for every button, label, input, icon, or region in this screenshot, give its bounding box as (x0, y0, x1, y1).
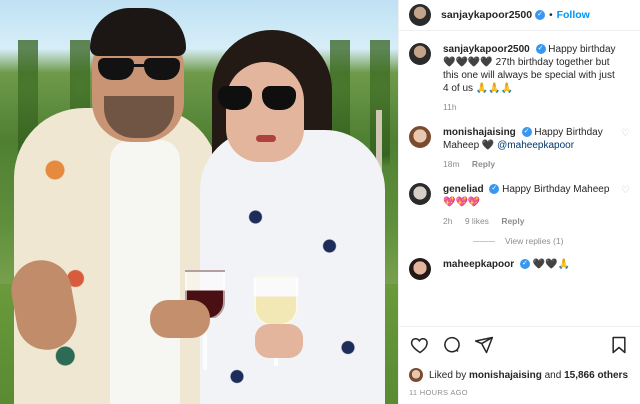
verified-badge-icon: ✓ (519, 259, 530, 270)
caption-username[interactable]: sanjaykapoor2500 (443, 44, 530, 55)
comment-like-heart-icon[interactable]: ♡ (621, 185, 630, 196)
post-timestamp[interactable]: 11 HOURS AGO (399, 386, 640, 404)
post-header: sanjaykapoor2500 ✓ • Follow (399, 0, 640, 31)
comment-time[interactable]: 18m (443, 159, 460, 169)
instagram-post: sanjaykapoor2500 ✓ • Follow sanjaykapoor… (0, 0, 640, 404)
woman-hand (255, 324, 303, 358)
verified-badge-icon: ✓ (535, 44, 546, 55)
comment: maheepkapoor ✓ 🖤🖤🙏 (409, 258, 630, 280)
liked-by-count[interactable]: 15,866 others (564, 370, 628, 381)
woman-sunglasses (218, 86, 296, 112)
bookmark-icon[interactable] (608, 335, 630, 357)
author-avatar[interactable] (409, 4, 431, 26)
comment: monishajaising ✓ Happy Birthday Maheep 🖤… (409, 126, 630, 171)
heart-icon[interactable] (409, 335, 431, 357)
comment-username[interactable]: geneliad (443, 184, 484, 195)
verified-badge-icon: ✓ (535, 10, 546, 20)
view-replies[interactable]: View replies (1) (473, 236, 630, 246)
post-photo[interactable] (0, 0, 398, 404)
author-username[interactable]: sanjaykapoor2500 (441, 9, 532, 21)
man-white-tshirt (110, 140, 180, 404)
woman-printed-dress (200, 130, 385, 404)
liked-by-user[interactable]: monishajaising (469, 370, 542, 381)
comment-icon[interactable] (441, 335, 463, 357)
view-replies-label[interactable]: View replies (1) (505, 236, 563, 246)
white-wine-glass (254, 276, 298, 326)
comment-avatar[interactable] (409, 258, 431, 280)
liked-by-and: and (544, 369, 562, 381)
comment-avatar[interactable] (409, 183, 431, 205)
woman-face (226, 62, 304, 162)
man-sunglasses (98, 58, 180, 82)
comment-like-heart-icon[interactable]: ♡ (621, 128, 630, 139)
comment-time[interactable]: 2h (443, 216, 452, 226)
post-sidebar: sanjaykapoor2500 ✓ • Follow sanjaykapoor… (398, 0, 640, 404)
comment-likes[interactable]: 9 likes (465, 216, 489, 226)
woman-lips (256, 135, 276, 142)
liked-by-prefix: Liked by (429, 369, 467, 381)
verified-badge-icon: ✓ (521, 127, 532, 138)
caption-avatar[interactable] (409, 43, 431, 65)
liker-avatar[interactable] (409, 368, 423, 382)
post-actions (399, 326, 640, 364)
comment-text: 🖤🖤🙏 (532, 259, 571, 270)
follow-button[interactable]: Follow (557, 9, 590, 21)
likes-summary: Liked by monishajaising and 15,866 other… (399, 364, 640, 386)
comment-username[interactable]: monishajaising (443, 127, 516, 138)
caption: sanjaykapoor2500 ✓ Happy birthday 🖤🖤🖤🖤 2… (409, 43, 630, 114)
comment-avatar[interactable] (409, 126, 431, 148)
man-hand (150, 300, 210, 338)
comment-username[interactable]: maheepkapoor (443, 259, 514, 270)
verified-badge-icon: ✓ (489, 184, 500, 195)
separator-dot: • (549, 9, 553, 21)
reply-button[interactable]: Reply (472, 159, 495, 169)
replies-line (473, 240, 495, 242)
comment: geneliad ✓ Happy Birthday Maheep 💖💖💖 2h … (409, 183, 630, 228)
man-hair (90, 8, 186, 56)
share-icon[interactable] (473, 335, 495, 357)
reply-button[interactable]: Reply (501, 216, 524, 226)
comments-section[interactable]: sanjaykapoor2500 ✓ Happy birthday 🖤🖤🖤🖤 2… (399, 31, 640, 326)
comment-mention[interactable]: @maheepkapoor (497, 140, 574, 151)
caption-time[interactable]: 11h (443, 102, 457, 112)
